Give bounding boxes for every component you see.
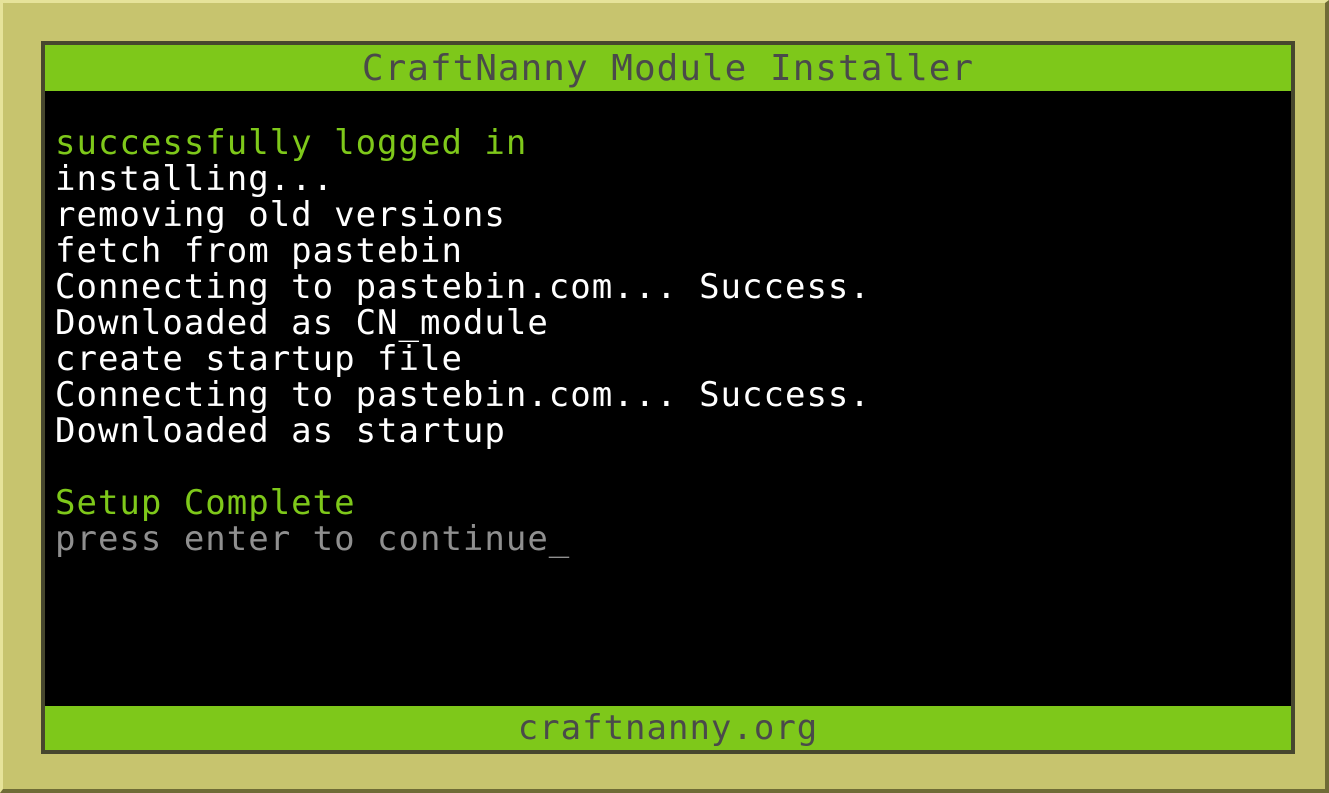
window-title: CraftNanny Module Installer (361, 47, 975, 89)
terminal-prompt-continue[interactable]: press enter to continue_ (55, 521, 1281, 557)
terminal-screen[interactable]: CraftNanny Module Installer successfully… (41, 41, 1295, 754)
terminal-line-installing: installing... (55, 159, 335, 199)
terminal-line-connecting-1: Connecting to pastebin.com... Success. (55, 267, 871, 307)
terminal-line-downloaded-startup: Downloaded as startup (55, 411, 506, 451)
terminal-line-connecting-2: Connecting to pastebin.com... Success. (55, 375, 871, 415)
footer-bar: craftnanny.org (45, 706, 1291, 750)
terminal-output: successfully logged in installing... rem… (55, 125, 1281, 557)
terminal-line-setup-complete: Setup Complete (55, 483, 356, 523)
terminal-line-fetch: fetch from pastebin (55, 231, 463, 271)
terminal-line-downloaded-module: Downloaded as CN_module (55, 303, 549, 343)
computer-bezel: CraftNanny Module Installer successfully… (0, 0, 1329, 793)
footer-url: craftnanny.org (517, 708, 819, 748)
terminal-line-create-startup: create startup file (55, 339, 463, 379)
terminal-line-removing: removing old versions (55, 195, 506, 235)
terminal-line-login: successfully logged in (55, 123, 528, 163)
title-bar: CraftNanny Module Installer (45, 45, 1291, 91)
